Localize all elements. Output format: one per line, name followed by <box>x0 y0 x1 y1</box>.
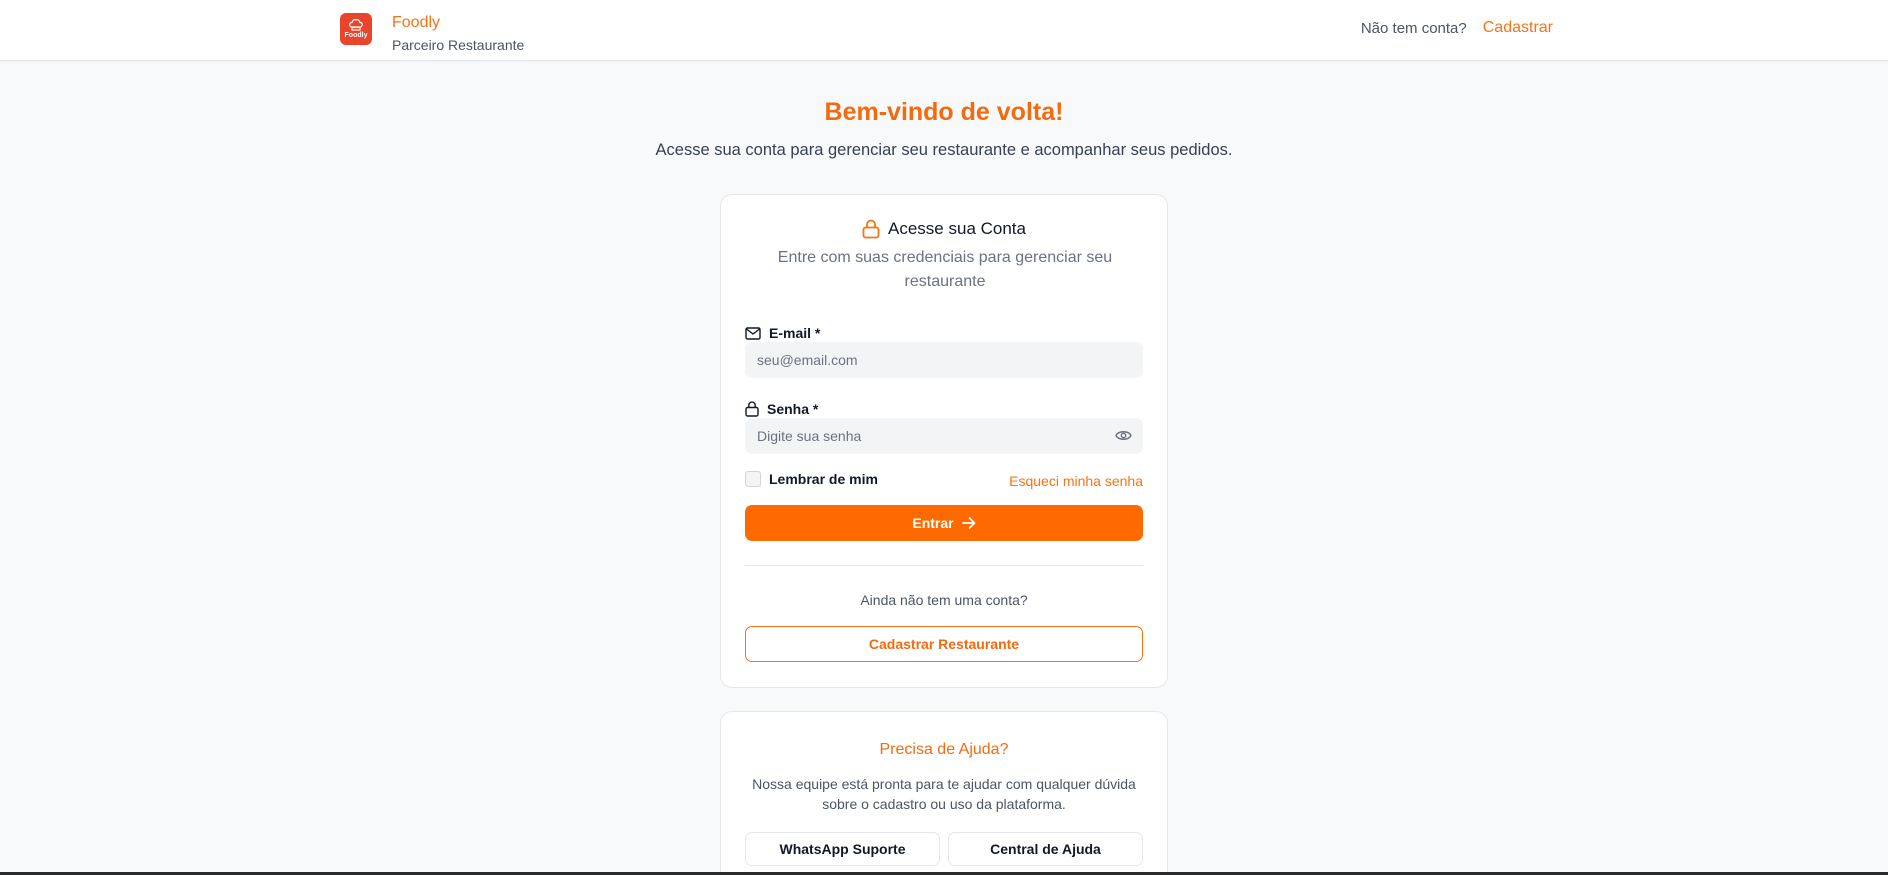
no-account-question: Ainda não tem uma conta? <box>860 592 1028 608</box>
login-card-title: Acesse sua Conta <box>888 219 1026 238</box>
logo-text: Foodly <box>344 32 368 39</box>
brand-subtitle: Parceiro Restaurante <box>392 37 525 53</box>
remember-label: Lembrar de mim <box>769 471 878 487</box>
help-center-button[interactable]: Central de Ajuda <box>948 832 1143 866</box>
mail-icon <box>745 326 761 340</box>
header-actions: Não tem conta? Cadastrar <box>1361 19 1553 37</box>
email-input[interactable] <box>745 342 1143 378</box>
eye-icon <box>1115 431 1132 440</box>
login-card-header: Acesse sua Conta <box>721 219 1167 239</box>
page-title: Bem-vindo de volta! <box>824 98 1064 126</box>
whatsapp-support-button[interactable]: WhatsApp Suporte <box>745 832 940 866</box>
brand-name: Foodly <box>392 14 441 31</box>
no-account-text: Não tem conta? <box>1360 19 1467 37</box>
chef-hat-icon <box>349 19 363 31</box>
register-restaurant-button[interactable]: Cadastrar Restaurante <box>745 626 1143 662</box>
help-card: Precisa de Ajuda? Nossa equipe está pron… <box>720 711 1168 875</box>
lock-icon <box>745 401 759 417</box>
brand[interactable]: Foodly Foodly Parceiro Restaurante <box>340 13 524 55</box>
arrow-right-icon <box>961 517 975 529</box>
forgot-password-link[interactable]: Esqueci minha senha <box>1009 473 1143 489</box>
login-card-description: Entre com suas credenciais para gerencia… <box>777 249 1113 290</box>
help-title: Precisa de Ajuda? <box>879 741 1009 758</box>
page-subtitle: Acesse sua conta para gerenciar seu rest… <box>655 141 1233 159</box>
brand-logo[interactable]: Foodly <box>340 13 372 45</box>
top-header: Foodly Foodly Parceiro Restaurante Não t… <box>0 0 1888 61</box>
email-label: E-mail * <box>745 325 820 341</box>
show-password-button[interactable] <box>1115 429 1132 447</box>
brand-text: Foodly Parceiro Restaurante <box>392 13 524 55</box>
lock-icon <box>862 219 880 239</box>
password-label-text: Senha * <box>767 401 819 417</box>
signup-link[interactable]: Cadastrar <box>1483 19 1553 37</box>
password-input[interactable] <box>745 418 1143 454</box>
help-description: Nossa equipe está pronta para te ajudar … <box>752 776 1136 812</box>
password-label: Senha * <box>745 401 818 417</box>
divider <box>745 565 1143 566</box>
login-card: Acesse sua Conta Entre com suas credenci… <box>720 194 1168 688</box>
remember-me: Lembrar de mim <box>745 471 878 487</box>
login-button[interactable]: Entrar <box>745 505 1143 541</box>
remember-checkbox[interactable] <box>745 471 761 487</box>
login-button-label: Entrar <box>912 515 954 531</box>
email-label-text: E-mail * <box>769 325 821 341</box>
